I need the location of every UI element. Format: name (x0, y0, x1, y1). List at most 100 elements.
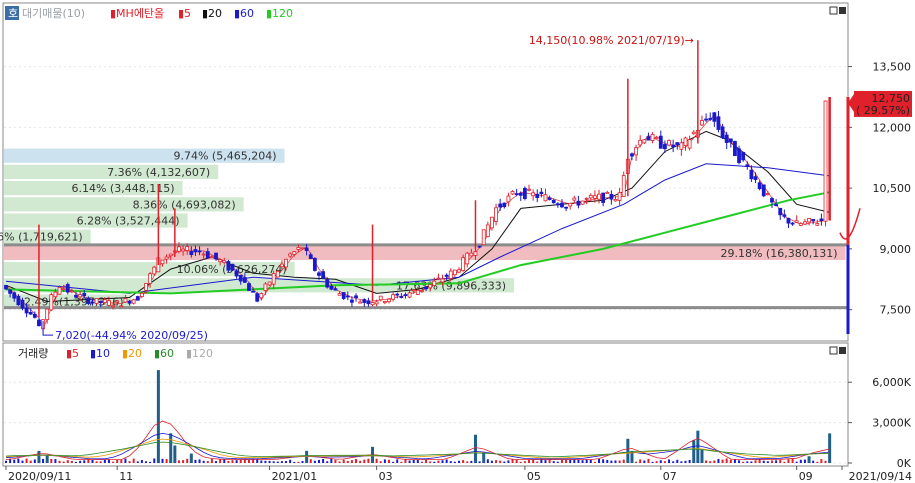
volume-spike-bar (626, 438, 630, 463)
volume-bar (602, 459, 605, 463)
candle-body (803, 221, 807, 225)
candle-body (53, 291, 58, 298)
candle-body (107, 300, 111, 306)
volume-spike-bar (828, 433, 832, 463)
volume-bar (672, 461, 675, 463)
candle-body (181, 248, 185, 252)
volume-bar (322, 458, 325, 463)
candle-body (267, 281, 272, 286)
volume-spike-bar (692, 440, 696, 463)
candle-body (572, 197, 577, 201)
volume-bar (738, 460, 741, 463)
volume-bar (684, 460, 687, 463)
volume-bar (293, 461, 296, 463)
volume-spike-bar (45, 454, 49, 463)
candle-body (712, 112, 717, 122)
volume-bar (523, 461, 526, 463)
volume-bar (770, 460, 773, 463)
candle-body (131, 299, 136, 304)
candle-body (778, 207, 783, 216)
candle-body (12, 292, 17, 299)
volume-legend-main: 거래량 (18, 347, 48, 360)
volume-bar (383, 459, 386, 463)
volume-bar (215, 461, 218, 463)
candle-body (551, 199, 556, 204)
close-icon[interactable] (839, 7, 846, 14)
low-price-annotation: 7,020(-44.94% 2020/09/25) (55, 329, 208, 342)
volume-bar (42, 458, 45, 463)
candle-body (296, 247, 301, 250)
volume-bar (680, 461, 683, 463)
volume-bar (177, 460, 180, 463)
candle-body (415, 290, 420, 295)
x-tick-label: 05 (527, 470, 541, 483)
candle-body (716, 116, 721, 130)
volume-bar (355, 458, 358, 463)
price-tick-label: 10,500 (873, 182, 912, 195)
volume-bar (206, 461, 209, 463)
volume-bar (62, 461, 65, 463)
candle-body (576, 200, 581, 206)
candle-body (61, 288, 66, 291)
candle-body (646, 136, 651, 141)
candle-body (704, 118, 708, 121)
candle-body (638, 139, 643, 146)
candle-body (378, 295, 383, 301)
candle-body (197, 250, 202, 253)
volume-bar (145, 461, 148, 463)
candle-body (78, 294, 83, 298)
candle-body (304, 247, 309, 251)
volume-bar (95, 461, 98, 463)
volume-bar (783, 461, 786, 463)
volume-bar (507, 460, 510, 463)
candle-body (663, 144, 667, 150)
volume-spike-bar (37, 450, 41, 463)
candle-body (593, 195, 597, 199)
volume-bar (330, 458, 333, 463)
volume-legend-ma-item: ▮120 (186, 347, 213, 360)
volume-bar (400, 461, 403, 463)
candle-body (436, 277, 441, 280)
legend-ma-item: ▮5 (178, 7, 191, 20)
candle-body (790, 222, 795, 225)
candle-body (535, 193, 540, 198)
volume-bar (182, 460, 185, 463)
candle-body (597, 193, 601, 200)
candle-body (370, 302, 375, 306)
volume-bar (396, 459, 399, 463)
volume-bar (816, 461, 819, 463)
close-icon[interactable] (839, 347, 846, 354)
candle-body (770, 198, 774, 203)
volume-bar (762, 460, 765, 463)
candle-body (168, 253, 173, 257)
volume-bar (165, 459, 168, 463)
volume-bar (425, 459, 428, 463)
candle-body (263, 283, 268, 291)
candle-body (247, 283, 251, 291)
candle-body (193, 249, 198, 253)
volume-bar (285, 460, 288, 463)
candle-body (374, 301, 379, 305)
candle-body (288, 253, 293, 257)
volume-bar (705, 460, 708, 463)
volume-bar (589, 459, 592, 463)
volume-bar (643, 460, 646, 463)
volume-bar (688, 459, 691, 463)
volume-bar (622, 459, 625, 463)
volume-bar (99, 461, 102, 463)
candle-body (609, 193, 614, 200)
candle-body (819, 218, 824, 221)
candle-body (37, 319, 41, 327)
volume-bar (260, 460, 263, 463)
volume-bar (519, 461, 522, 463)
candle-body (395, 293, 400, 296)
volume-bar (54, 459, 57, 463)
volume-tick-label: 6,000K (872, 376, 911, 389)
candle-body (761, 184, 766, 197)
candle-body (407, 292, 412, 298)
volume-bar (350, 460, 353, 463)
candle-body (65, 284, 70, 293)
volume-bar (499, 460, 502, 463)
candle-body (300, 247, 305, 250)
candle-body (49, 294, 54, 311)
